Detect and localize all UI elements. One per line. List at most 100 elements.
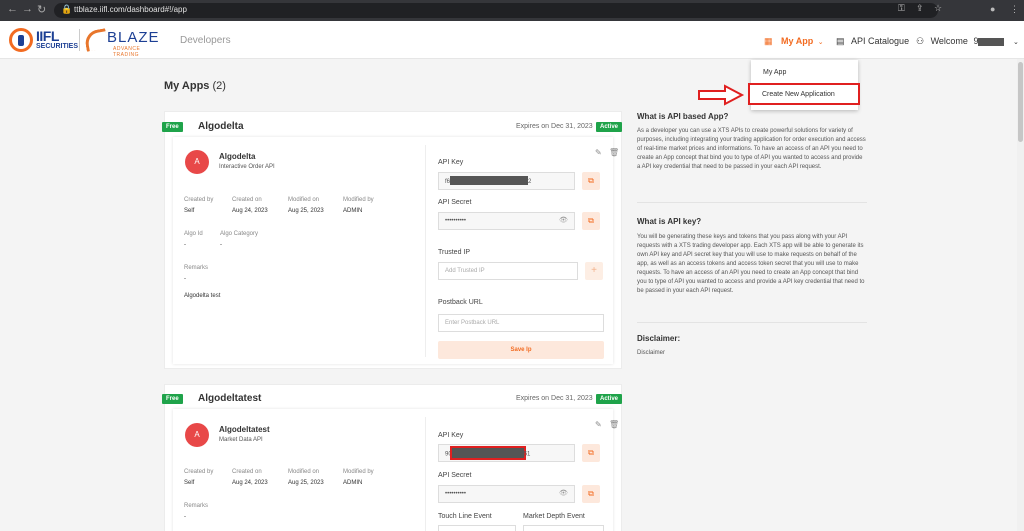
delete-icon[interactable]: 🗑 xyxy=(609,420,619,429)
algo-id-label: Algo Id xyxy=(184,231,203,237)
remarks-value: - xyxy=(184,276,186,282)
browser-menu-icon[interactable]: ⋮ xyxy=(1010,4,1019,15)
free-tag: Free xyxy=(162,122,183,132)
api-secret-label: API Secret xyxy=(438,199,472,206)
dropdown-item-create-new-application[interactable]: Create New Application xyxy=(748,83,860,105)
share-icon[interactable]: ⇪ xyxy=(916,3,924,14)
app-card-title: Algodeltatest xyxy=(198,393,262,404)
disclaimer-body: Disclaimer xyxy=(637,350,666,356)
calendar-icon: ▤ xyxy=(836,36,845,46)
created-on-value: Aug 24, 2023 xyxy=(232,208,268,214)
plus-icon: + xyxy=(591,265,597,276)
delete-icon[interactable]: 🗑 xyxy=(609,148,619,157)
api-secret-field[interactable]: •••••••••• xyxy=(438,212,575,230)
app-card-title: Algodelta xyxy=(198,121,244,132)
trusted-ip-input[interactable]: Add Trusted IP xyxy=(438,262,578,280)
app-card: Free Algodeltatest Expires on Dec 31, 20… xyxy=(162,384,623,531)
copy-api-key-button[interactable]: ⧉ xyxy=(582,172,600,190)
info-body-api-based-app: As a developer you can use a XTS APIs to… xyxy=(637,128,866,170)
eye-slash-icon[interactable]: 👁 xyxy=(559,489,568,497)
postback-url-input[interactable]: Enter Postback URL xyxy=(438,314,604,332)
api-key-prefix: 90 xyxy=(445,451,452,458)
app-count: (2) xyxy=(212,80,226,92)
api-catalogue-menu[interactable]: ▤ API Catalogue xyxy=(836,36,909,47)
profile-icon[interactable]: ● xyxy=(990,4,995,14)
my-app-menu[interactable]: ▦ My App ⌄ xyxy=(764,36,824,47)
save-ip-button[interactable]: Save Ip xyxy=(438,341,604,359)
api-key-field[interactable]: 90 51 xyxy=(438,444,575,462)
redacted-username xyxy=(978,37,1005,46)
algo-category-label: Algo Category xyxy=(220,231,259,237)
back-arrow-icon[interactable]: ← xyxy=(7,3,18,15)
remarks-label: Remarks xyxy=(184,503,209,509)
disclaimer-heading: Disclaimer: xyxy=(637,334,681,343)
api-secret-label: API Secret xyxy=(438,472,472,479)
touch-line-event-input[interactable] xyxy=(438,525,516,531)
iifl-logo-mark xyxy=(9,28,33,52)
add-trusted-ip-button[interactable]: + xyxy=(585,262,603,280)
chevron-down-icon: ⌄ xyxy=(817,39,824,46)
created-on-label: Created on xyxy=(232,469,262,475)
edit-icon[interactable]: ✎ xyxy=(595,148,602,157)
created-on-label: Created on xyxy=(232,197,262,203)
postback-url-placeholder: Enter Postback URL xyxy=(445,320,500,326)
address-url: ttblaze.iifl.com/dashboard#!/app xyxy=(74,5,187,14)
modified-on-label: Modified on xyxy=(288,469,320,475)
api-key-suffix: 51 xyxy=(523,451,531,458)
copy-api-key-button[interactable]: ⧉ xyxy=(582,444,600,462)
developers-link[interactable]: Developers xyxy=(180,35,231,46)
key-icon[interactable]: ⚿ xyxy=(898,3,905,14)
api-secret-field[interactable]: •••••••••• xyxy=(438,485,575,503)
blaze-logo-mark xyxy=(83,28,109,52)
iifl-logo-text: IIFL xyxy=(36,28,59,44)
avatar: A xyxy=(185,150,209,174)
app-card: Free Algodelta Expires on Dec 31, 2023 A… xyxy=(162,111,623,369)
expiry-date: Expires on Dec 31, 2023 xyxy=(516,123,593,130)
touch-line-event-label: Touch Line Event xyxy=(438,513,492,520)
iifl-logo[interactable]: IIFL SECURITIES xyxy=(9,28,79,54)
blaze-logo-text: BLAZE xyxy=(107,29,160,46)
modified-on-value: Aug 25, 2023 xyxy=(288,480,324,486)
app-type: Market Data API xyxy=(219,437,263,443)
expiry-date: Expires on Dec 31, 2023 xyxy=(516,395,593,402)
created-by-value: Self xyxy=(184,208,195,214)
app-type: Interactive Order API xyxy=(219,164,275,170)
page-title: My Apps (2) xyxy=(164,80,226,92)
api-catalogue-label: API Catalogue xyxy=(851,36,910,46)
dropdown-item-my-app[interactable]: My App xyxy=(763,69,786,76)
copy-api-secret-button[interactable]: ⧉ xyxy=(582,485,600,503)
api-secret-value: •••••••••• xyxy=(445,218,467,224)
postback-url-label: Postback URL xyxy=(438,299,483,306)
user-menu[interactable]: ⚇ Welcome 9 ⌄ xyxy=(916,36,1019,47)
modified-by-value: ADMIN xyxy=(343,480,363,486)
copy-icon: ⧉ xyxy=(588,448,594,457)
created-on-value: Aug 24, 2023 xyxy=(232,480,268,486)
reload-icon[interactable]: ↻ xyxy=(37,3,46,16)
my-app-dropdown: My App Create New Application xyxy=(748,60,860,110)
address-bar[interactable]: 🔒 ttblaze.iifl.com/dashboard#!/app ⚿ ⇪ ☆ xyxy=(54,3,942,18)
logo-divider xyxy=(79,29,80,51)
info-body-api-key: You will be generating these keys and to… xyxy=(637,234,865,294)
market-depth-event-input[interactable] xyxy=(523,525,604,531)
api-key-suffix: 2 xyxy=(528,179,532,186)
api-key-field[interactable]: f6 2 xyxy=(438,172,575,190)
avatar: A xyxy=(185,423,209,447)
eye-slash-icon[interactable]: 👁 xyxy=(559,216,568,224)
star-icon[interactable]: ☆ xyxy=(934,3,942,14)
scrollbar-thumb[interactable] xyxy=(1018,62,1023,142)
browser-toolbar: ← → ↻ 🔒 ttblaze.iifl.com/dashboard#!/app… xyxy=(0,0,1024,21)
edit-icon[interactable]: ✎ xyxy=(595,420,602,429)
market-depth-event-label: Market Depth Event xyxy=(523,513,585,520)
lock-icon: 🔒 xyxy=(61,4,73,14)
api-key-label: API Key xyxy=(438,159,464,166)
api-secret-value: •••••••••• xyxy=(445,491,467,497)
copy-icon: ⧉ xyxy=(588,489,594,498)
grid-icon: ▦ xyxy=(764,36,773,46)
forward-arrow-icon[interactable]: → xyxy=(22,3,33,15)
blaze-logo-subtext: ADVANCE TRADING xyxy=(113,46,141,58)
blaze-logo[interactable]: BLAZE ADVANCE TRADING xyxy=(83,28,165,58)
iifl-logo-subtext: SECURITIES xyxy=(36,43,79,50)
algo-category-value: - xyxy=(220,242,222,248)
redacted-api-key xyxy=(450,176,529,185)
copy-api-secret-button[interactable]: ⧉ xyxy=(582,212,600,230)
